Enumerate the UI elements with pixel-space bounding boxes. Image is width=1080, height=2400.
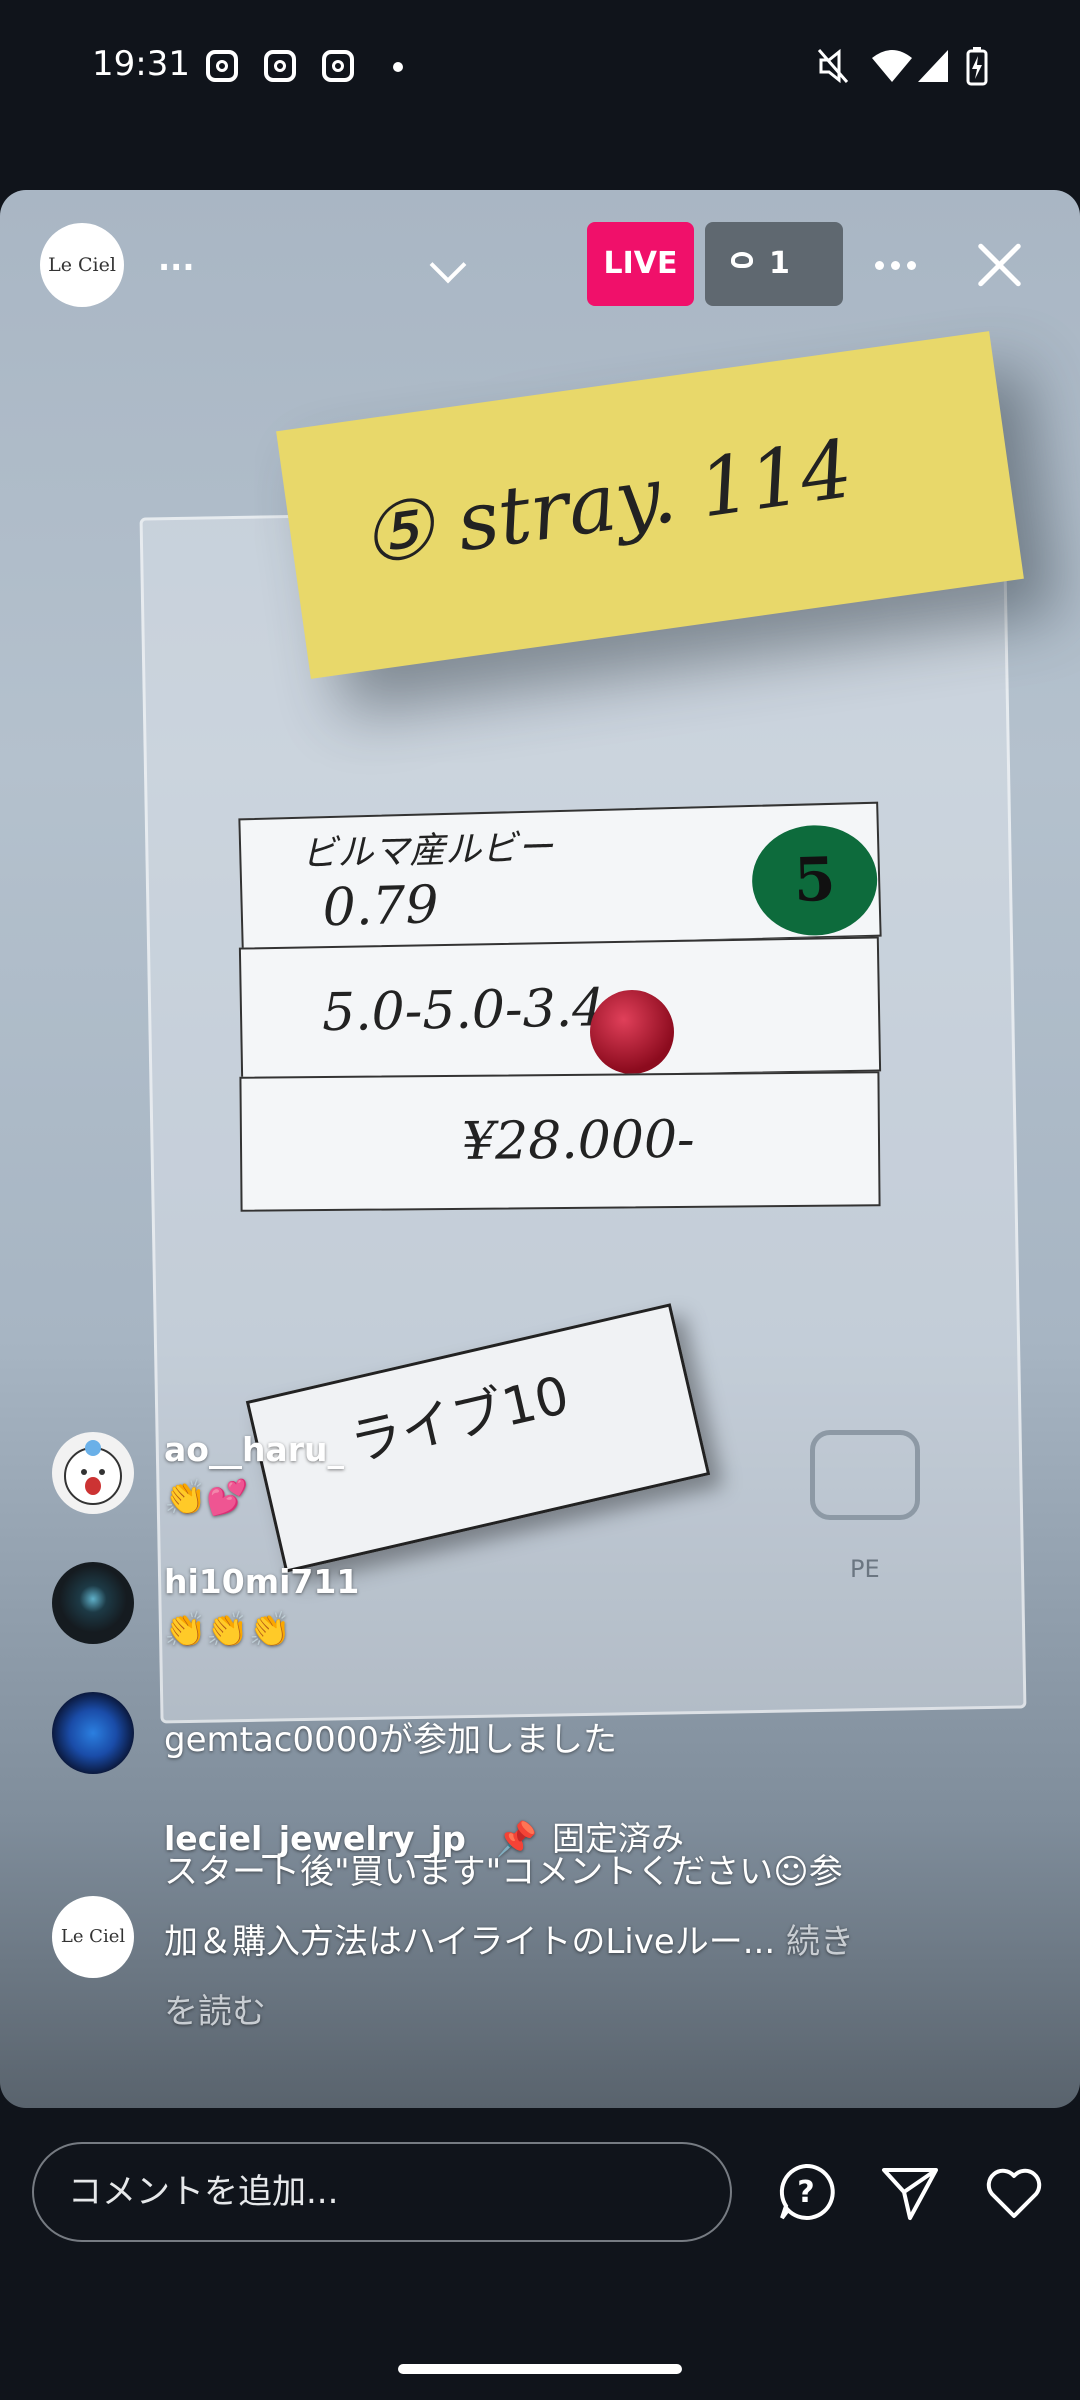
instagram-notification-icon — [264, 50, 296, 82]
viewer-count: 1 — [769, 246, 790, 281]
more-notifications-dot-icon — [393, 62, 403, 72]
more-options-icon[interactable] — [875, 261, 919, 271]
read-more-link[interactable]: 続き — [786, 1922, 854, 1962]
status-time: 19:31 — [92, 44, 190, 84]
gem-label-row: ビルマ産ルビー 0.79 5 — [238, 801, 882, 954]
svg-text:?: ? — [797, 2175, 814, 2210]
mute-icon — [817, 48, 849, 84]
pinned-text-line: スタート後"買います"コメントください☺参 — [164, 1852, 843, 1892]
host-avatar[interactable]: Le Ciel — [40, 223, 124, 307]
comment-item[interactable]: ao__haru_ 👏💕 — [52, 1430, 952, 1530]
wifi-icon — [872, 50, 912, 82]
read-more-link[interactable]: を読む — [164, 1978, 944, 2046]
close-icon[interactable] — [975, 240, 1025, 290]
join-notice: gemtac0000が参加しました — [52, 1692, 952, 1782]
join-text: gemtac0000が参加しました — [164, 1720, 618, 1760]
pinned-comment[interactable]: Le Ciel leciel_jewelry_jp 📌 固定済み スタート後"買… — [52, 1812, 952, 2072]
home-indicator[interactable] — [398, 2364, 682, 2374]
commenter-avatar[interactable] — [52, 1692, 134, 1774]
gem-size-text: 5.0-5.0-3.4 — [321, 978, 606, 1044]
pinned-text-line: 加＆購入方法はハイライトのLiveルー... 続き — [164, 1908, 944, 1976]
send-icon[interactable] — [880, 2162, 940, 2222]
chevron-down-icon[interactable] — [429, 246, 467, 284]
comment-username[interactable]: hi10mi711 — [164, 1562, 359, 1601]
gem-label-row: ¥28.000- — [239, 1071, 881, 1212]
status-bar: 19:31 — [0, 0, 1080, 130]
comment-text: 👏👏👏 — [164, 1610, 292, 1650]
commenter-avatar[interactable] — [52, 1562, 134, 1644]
battery-charging-icon — [966, 47, 988, 86]
ruby-gem-image — [590, 990, 674, 1074]
host-name[interactable]: ... — [158, 240, 194, 278]
viewer-count-badge[interactable]: 1 — [705, 222, 843, 306]
instagram-notification-icon — [322, 50, 354, 82]
sticky-note-text: ⑤ stray. 114 — [355, 422, 858, 583]
heart-icon[interactable] — [984, 2162, 1044, 2222]
live-badge: LIVE — [587, 222, 694, 306]
pinned-commenter-avatar[interactable]: Le Ciel — [52, 1896, 134, 1978]
commenter-avatar[interactable] — [52, 1432, 134, 1514]
instagram-notification-icon — [206, 50, 238, 82]
comment-username[interactable]: ao__haru_ — [164, 1430, 344, 1469]
gem-weight-text: 0.79 — [321, 875, 440, 939]
question-icon[interactable]: ? — [776, 2162, 836, 2222]
gem-label-row: 5.0-5.0-3.4 — [238, 936, 882, 1083]
eye-icon — [731, 252, 753, 268]
comment-text: 👏💕 — [164, 1478, 249, 1518]
cell-signal-icon — [918, 50, 948, 82]
pinned-text-line-2: 加＆購入方法はハイライトのLiveルー... — [164, 1922, 776, 1962]
live-video-view[interactable]: ⑤ stray. 114 ビルマ産ルビー 0.79 5 5.0-5.0-3.4 … — [0, 190, 1080, 2108]
gem-origin-text: ビルマ産ルビー — [300, 827, 554, 875]
gem-price-text: ¥28.000- — [461, 1109, 695, 1172]
lot-number-sticker: 5 — [750, 823, 879, 937]
comment-item[interactable]: hi10mi711 👏👏👏 — [52, 1562, 952, 1662]
comment-input[interactable]: コメントを追加... — [32, 2142, 732, 2242]
